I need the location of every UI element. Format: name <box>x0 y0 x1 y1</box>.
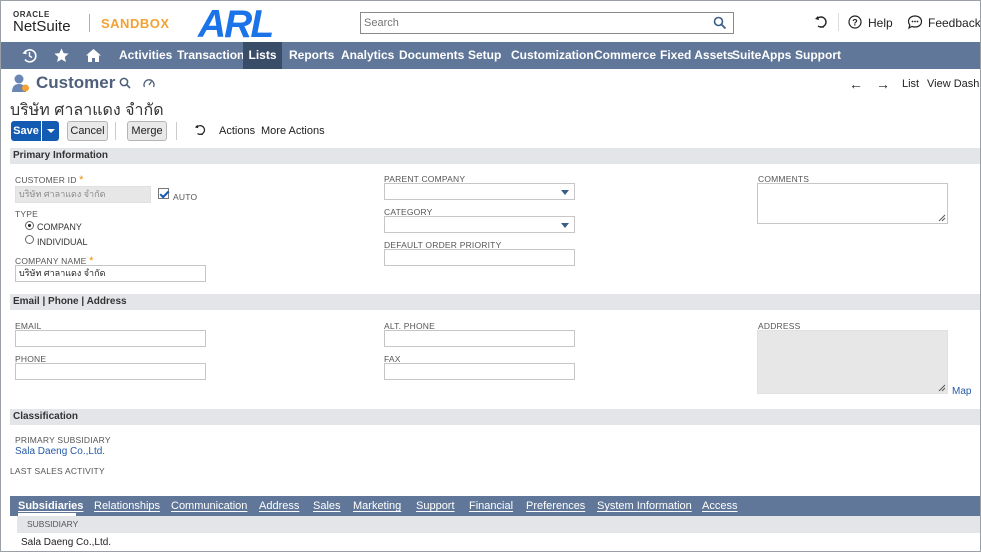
subsidiary-row: Sala Daeng Co.,Ltd. <box>21 537 112 548</box>
tab-sales[interactable]: Sales <box>313 496 341 516</box>
subsidiary-column-header: SUBSIDIARY <box>17 516 980 533</box>
netsuite-window: ORACLE NetSuite SANDBOX ARL ? Help <box>0 0 981 552</box>
email-field[interactable] <box>15 330 206 347</box>
section-primary-information[interactable]: Primary Information <box>10 148 980 164</box>
nav-analytics[interactable]: Analytics <box>341 42 394 69</box>
view-dashboard-link[interactable]: View Dashb <box>927 78 980 90</box>
chevron-down-icon <box>561 190 569 195</box>
record-name: บริษัท ศาลาแดง จำกัด <box>10 102 164 119</box>
arl-logo: ARL <box>197 4 274 42</box>
tab-relationships[interactable]: Relationships <box>94 496 160 516</box>
next-record-arrow-icon[interactable]: → <box>876 76 890 92</box>
previous-record-arrow-icon[interactable]: ← <box>849 76 863 92</box>
type-individual-label: INDIVIDUAL <box>37 237 88 247</box>
tab-system-information[interactable]: System Information <box>597 496 692 516</box>
tab-financial[interactable]: Financial <box>469 496 513 516</box>
search-icon[interactable] <box>713 16 727 30</box>
recent-records-icon[interactable] <box>814 14 830 30</box>
tab-communication[interactable]: Communication <box>171 496 247 516</box>
primary-subsidiary-link[interactable]: Sala Daeng Co.,Ltd. <box>15 446 105 457</box>
sandbox-label: SANDBOX <box>101 16 170 31</box>
cancel-button[interactable]: Cancel <box>67 121 108 141</box>
nav-customization[interactable]: Customization <box>511 42 594 69</box>
customer-icon <box>12 74 29 92</box>
save-button[interactable]: Save <box>11 121 41 141</box>
top-header: ORACLE NetSuite SANDBOX ARL ? Help <box>1 1 980 43</box>
actions-menu[interactable]: Actions <box>219 125 255 137</box>
merge-button[interactable]: Merge <box>127 121 167 141</box>
svg-text:ARL: ARL <box>197 4 272 42</box>
search-input[interactable] <box>361 13 701 33</box>
nav-lists[interactable]: Lists <box>243 42 282 69</box>
nav-support[interactable]: Support <box>795 42 841 69</box>
help-icon[interactable]: ? <box>847 14 863 30</box>
type-company-label: COMPANY <box>37 222 82 232</box>
svg-text:?: ? <box>852 18 858 28</box>
nav-setup[interactable]: Setup <box>468 42 501 69</box>
phone-field[interactable] <box>15 363 206 380</box>
customer-id-label-text: CUSTOMER ID <box>15 175 77 185</box>
nav-transactions[interactable]: Transactions <box>177 42 251 69</box>
search-icon[interactable] <box>119 77 131 89</box>
auto-label: AUTO <box>173 192 198 202</box>
required-marker: * <box>79 174 84 186</box>
recent-actions-icon[interactable] <box>194 123 208 137</box>
nav-documents[interactable]: Documents <box>399 42 464 69</box>
tab-marketing[interactable]: Marketing <box>353 496 401 516</box>
nav-commerce[interactable]: Commerce <box>594 42 656 69</box>
nav-activities[interactable]: Activities <box>119 42 172 69</box>
help-link[interactable]: Help <box>868 16 893 30</box>
customer-id-field: บริษัท ศาลาแดง จำกัด <box>15 186 151 203</box>
global-search <box>360 12 734 34</box>
toolbar-divider <box>115 122 116 140</box>
home-icon[interactable] <box>85 47 102 64</box>
address-textarea <box>757 330 948 394</box>
comments-textarea[interactable] <box>757 183 948 224</box>
tab-support[interactable]: Support <box>416 496 455 516</box>
map-link[interactable]: Map <box>952 386 971 397</box>
type-label: TYPE <box>15 209 39 219</box>
subtab-bar: Subsidiaries Relationships Communication… <box>10 496 980 516</box>
dashboard-gauge-icon[interactable] <box>143 77 155 89</box>
logo-divider <box>89 14 90 32</box>
tab-address[interactable]: Address <box>259 496 299 516</box>
company-name-field[interactable]: บริษัท ศาลาแดง จำกัด <box>15 265 206 282</box>
alt-phone-field[interactable] <box>384 330 575 347</box>
history-icon[interactable] <box>21 47 38 64</box>
parent-company-select[interactable] <box>384 183 575 200</box>
resize-handle-icon[interactable] <box>938 384 946 392</box>
chevron-down-icon <box>561 223 569 228</box>
feedback-icon[interactable] <box>907 14 923 30</box>
section-email-phone-address[interactable]: Email | Phone | Address <box>10 294 980 310</box>
type-company-radio[interactable] <box>25 221 34 230</box>
category-select[interactable] <box>384 216 575 233</box>
nav-suiteapps[interactable]: SuiteApps <box>732 42 791 69</box>
toolbar-divider <box>176 122 177 140</box>
star-icon[interactable] <box>53 47 70 64</box>
main-nav: Activities Transactions Lists Reports An… <box>1 42 980 69</box>
feedback-link[interactable]: Feedback <box>928 16 980 30</box>
netsuite-logo-text[interactable]: NetSuite <box>13 18 71 35</box>
list-link[interactable]: List <box>902 78 919 90</box>
nav-reports[interactable]: Reports <box>289 42 334 69</box>
section-classification[interactable]: Classification <box>10 409 980 425</box>
type-individual-radio[interactable] <box>25 235 34 244</box>
nav-fixed-assets[interactable]: Fixed Assets <box>660 42 734 69</box>
last-sales-activity-label: LAST SALES ACTIVITY <box>10 466 105 476</box>
primary-subsidiary-label: PRIMARY SUBSIDIARY <box>15 435 111 445</box>
fax-field[interactable] <box>384 363 575 380</box>
resize-handle-icon[interactable] <box>938 214 946 222</box>
more-actions-menu[interactable]: More Actions <box>261 125 325 137</box>
default-order-priority-field[interactable] <box>384 249 575 266</box>
tab-access[interactable]: Access <box>702 496 737 516</box>
header-divider <box>838 13 839 31</box>
tab-preferences[interactable]: Preferences <box>526 496 585 516</box>
save-dropdown-button[interactable] <box>42 121 59 141</box>
auto-checkbox[interactable] <box>158 188 169 199</box>
page-title: Customer <box>36 73 116 92</box>
customer-id-label: CUSTOMER ID * <box>15 174 84 186</box>
